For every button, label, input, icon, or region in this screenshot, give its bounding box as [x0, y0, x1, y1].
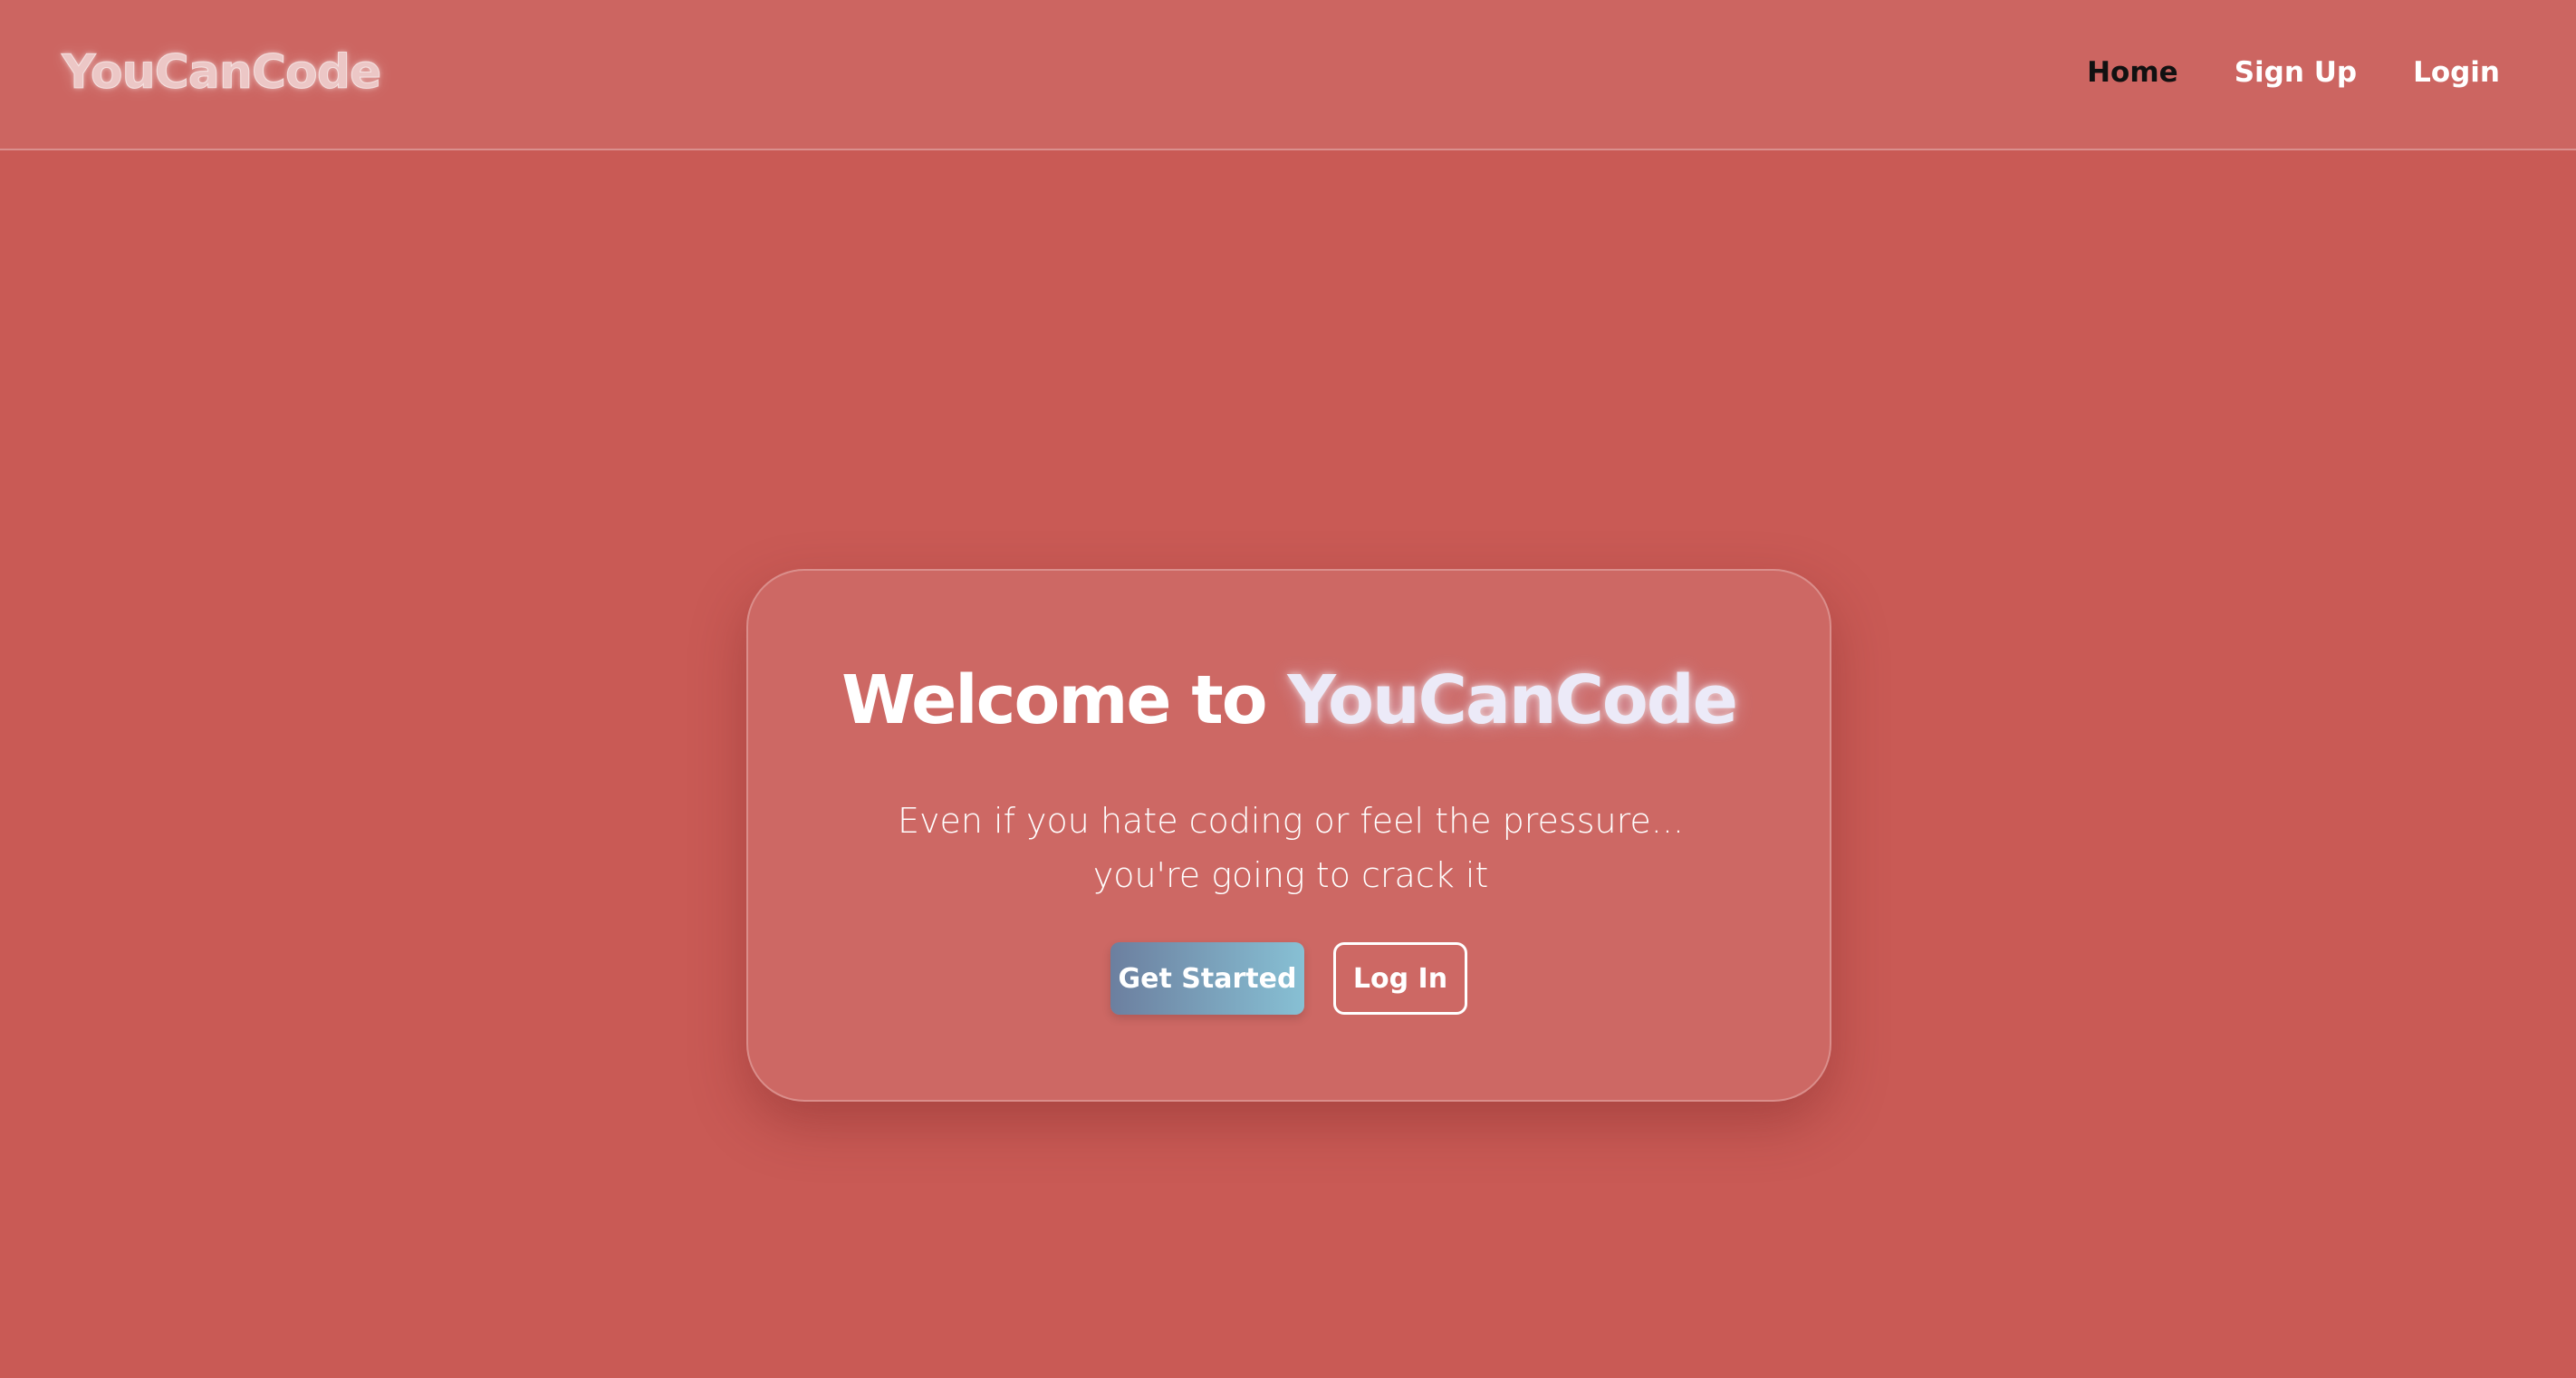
log-in-button[interactable]: Log In: [1333, 942, 1467, 1015]
get-started-button[interactable]: Get Started: [1110, 942, 1304, 1015]
site-logo[interactable]: YouCanCode: [61, 45, 381, 101]
nav-login-link[interactable]: Login: [2413, 56, 2500, 89]
welcome-card: Welcome to YouCanCode Even if you hate c…: [746, 569, 1831, 1102]
welcome-heading-brand: YouCanCode: [1287, 661, 1738, 739]
nav-home-link[interactable]: Home: [2087, 56, 2178, 89]
hero-actions: Get Started Log In: [748, 942, 1830, 1015]
nav-signup-link[interactable]: Sign Up: [2235, 56, 2357, 89]
main-nav: Home Sign Up Login: [2087, 56, 2500, 89]
top-navbar: YouCanCode Home Sign Up Login: [0, 0, 2576, 150]
welcome-subtitle: Even if you hate coding or feel the pres…: [897, 801, 1684, 895]
welcome-heading-prefix: Welcome to: [841, 661, 1288, 739]
welcome-heading: Welcome to YouCanCode: [748, 661, 1830, 739]
